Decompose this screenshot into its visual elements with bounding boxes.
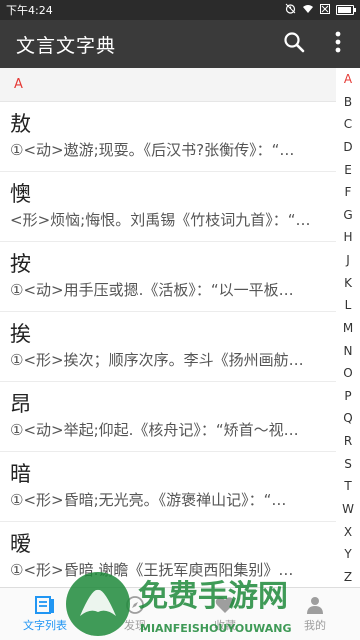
index-letter[interactable]: P [344,389,351,403]
entry-definition: ①<动>举起;仰起.《核舟记》：“矫首～视… [10,421,299,439]
index-letter[interactable]: L [345,298,352,312]
list-item[interactable]: 挨 ①<形>挨次；顺序次序。李斗《扬州画舫… [0,312,336,382]
overflow-menu-button[interactable] [316,20,360,68]
entry-character: 敖 [10,112,31,136]
index-letter[interactable]: H [343,230,352,244]
person-icon [304,595,326,615]
battery-icon [336,5,356,15]
index-letter[interactable]: W [342,502,354,516]
list-item[interactable]: 懊 <形>烦恼;悔恨。刘禹锡《竹枝词九首》：“… [0,172,336,242]
entry-list[interactable]: 敖 ①<动>遨游;现耍。《后汉书?张衡传》：“… 懊 <形>烦恼;悔恨。刘禹锡《… [0,102,336,588]
list-item[interactable]: 敖 ①<动>遨游;现耍。《后汉书?张衡传》：“… [0,102,336,172]
entry-definition: ①<形>挨次；顺序次序。李斗《扬州画舫… [10,351,304,369]
list-item[interactable]: 暗 ①<形>昏暗;无光亮。《游褒禅山记》：“… [0,452,336,522]
list-item[interactable]: 按 ①<动>用手压或摁.《活板》：“以一平板… [0,242,336,312]
heart-icon [214,595,236,615]
list-icon [34,595,56,615]
index-letter[interactable]: B [344,95,352,109]
entry-definition: <形>烦恼;悔恨。刘禹锡《竹枝词九首》：“… [10,211,311,229]
entry-character: 昂 [10,392,31,416]
index-letter[interactable]: S [344,457,352,471]
index-letter[interactable]: O [343,366,352,380]
index-letter[interactable]: E [344,163,352,177]
nav-item-discover[interactable]: 发现 [90,588,180,640]
nav-label: 文字列表 [23,619,67,632]
index-letter[interactable]: Z [344,570,352,584]
wifi-icon [302,4,314,17]
index-letter[interactable]: A [344,72,352,86]
app-title: 文言文字典 [16,34,117,57]
entry-definition: ①<动>遨游;现耍。《后汉书?张衡传》：“… [10,141,295,159]
entry-character: 暧 [10,532,31,556]
entry-definition: ①<形>昏暗;无光亮。《游褒禅山记》：“… [10,491,287,509]
nav-label: 收藏 [214,619,236,632]
list-item[interactable]: 昂 ①<动>举起;仰起.《核舟记》：“矫首～视… [0,382,336,452]
index-letter[interactable]: X [344,525,352,539]
status-time: 下午4:24 [6,4,53,17]
entry-character: 懊 [10,182,31,206]
index-letter[interactable]: K [344,276,352,290]
index-letter[interactable]: Y [344,547,351,561]
search-button[interactable] [272,20,316,68]
nav-item-word-list[interactable]: 文字列表 [0,588,90,640]
alarm-icon [285,3,296,17]
more-vert-icon [335,31,341,57]
entry-definition: ①<动>用手压或摁.《活板》：“以一平板… [10,281,294,299]
index-letter[interactable]: J [346,253,350,267]
list-item[interactable]: 暧 ①<形>昏暗.谢瞻《王抚军庾西阳集别》… [0,522,336,588]
index-letter[interactable]: C [344,117,352,131]
nav-item-favorites[interactable]: 收藏 [180,588,270,640]
nav-label: 发现 [124,619,146,632]
nav-label: 我的 [304,619,326,632]
entry-definition: ①<形>昏暗.谢瞻《王抚军庾西阳集别》… [10,561,294,579]
search-icon [283,31,305,57]
nav-item-mine[interactable]: 我的 [270,588,360,640]
section-letter: A [14,77,23,92]
index-letter[interactable]: R [344,434,352,448]
alphabet-index-bar[interactable]: ABCDEFGHJKLMNOPQRSTWXYZ [336,68,360,588]
index-letter[interactable]: M [343,321,353,335]
index-letter[interactable]: G [343,208,352,222]
bottom-navigation: 文字列表 发现 收藏 我的 [0,587,360,640]
index-letter[interactable]: D [343,140,352,154]
status-icons [285,3,356,17]
index-letter[interactable]: Q [343,411,352,425]
entry-character: 挨 [10,322,31,346]
index-letter[interactable]: N [344,344,353,358]
status-bar: 下午4:24 [0,0,360,20]
index-letter[interactable]: T [344,479,351,493]
entry-character: 按 [10,252,31,276]
entry-character: 暗 [10,462,31,486]
compass-icon [124,595,146,615]
sim-icon [320,3,330,17]
index-letter[interactable]: F [345,185,352,199]
section-header: A [0,68,336,102]
app-bar: 文言文字典 [0,20,360,68]
